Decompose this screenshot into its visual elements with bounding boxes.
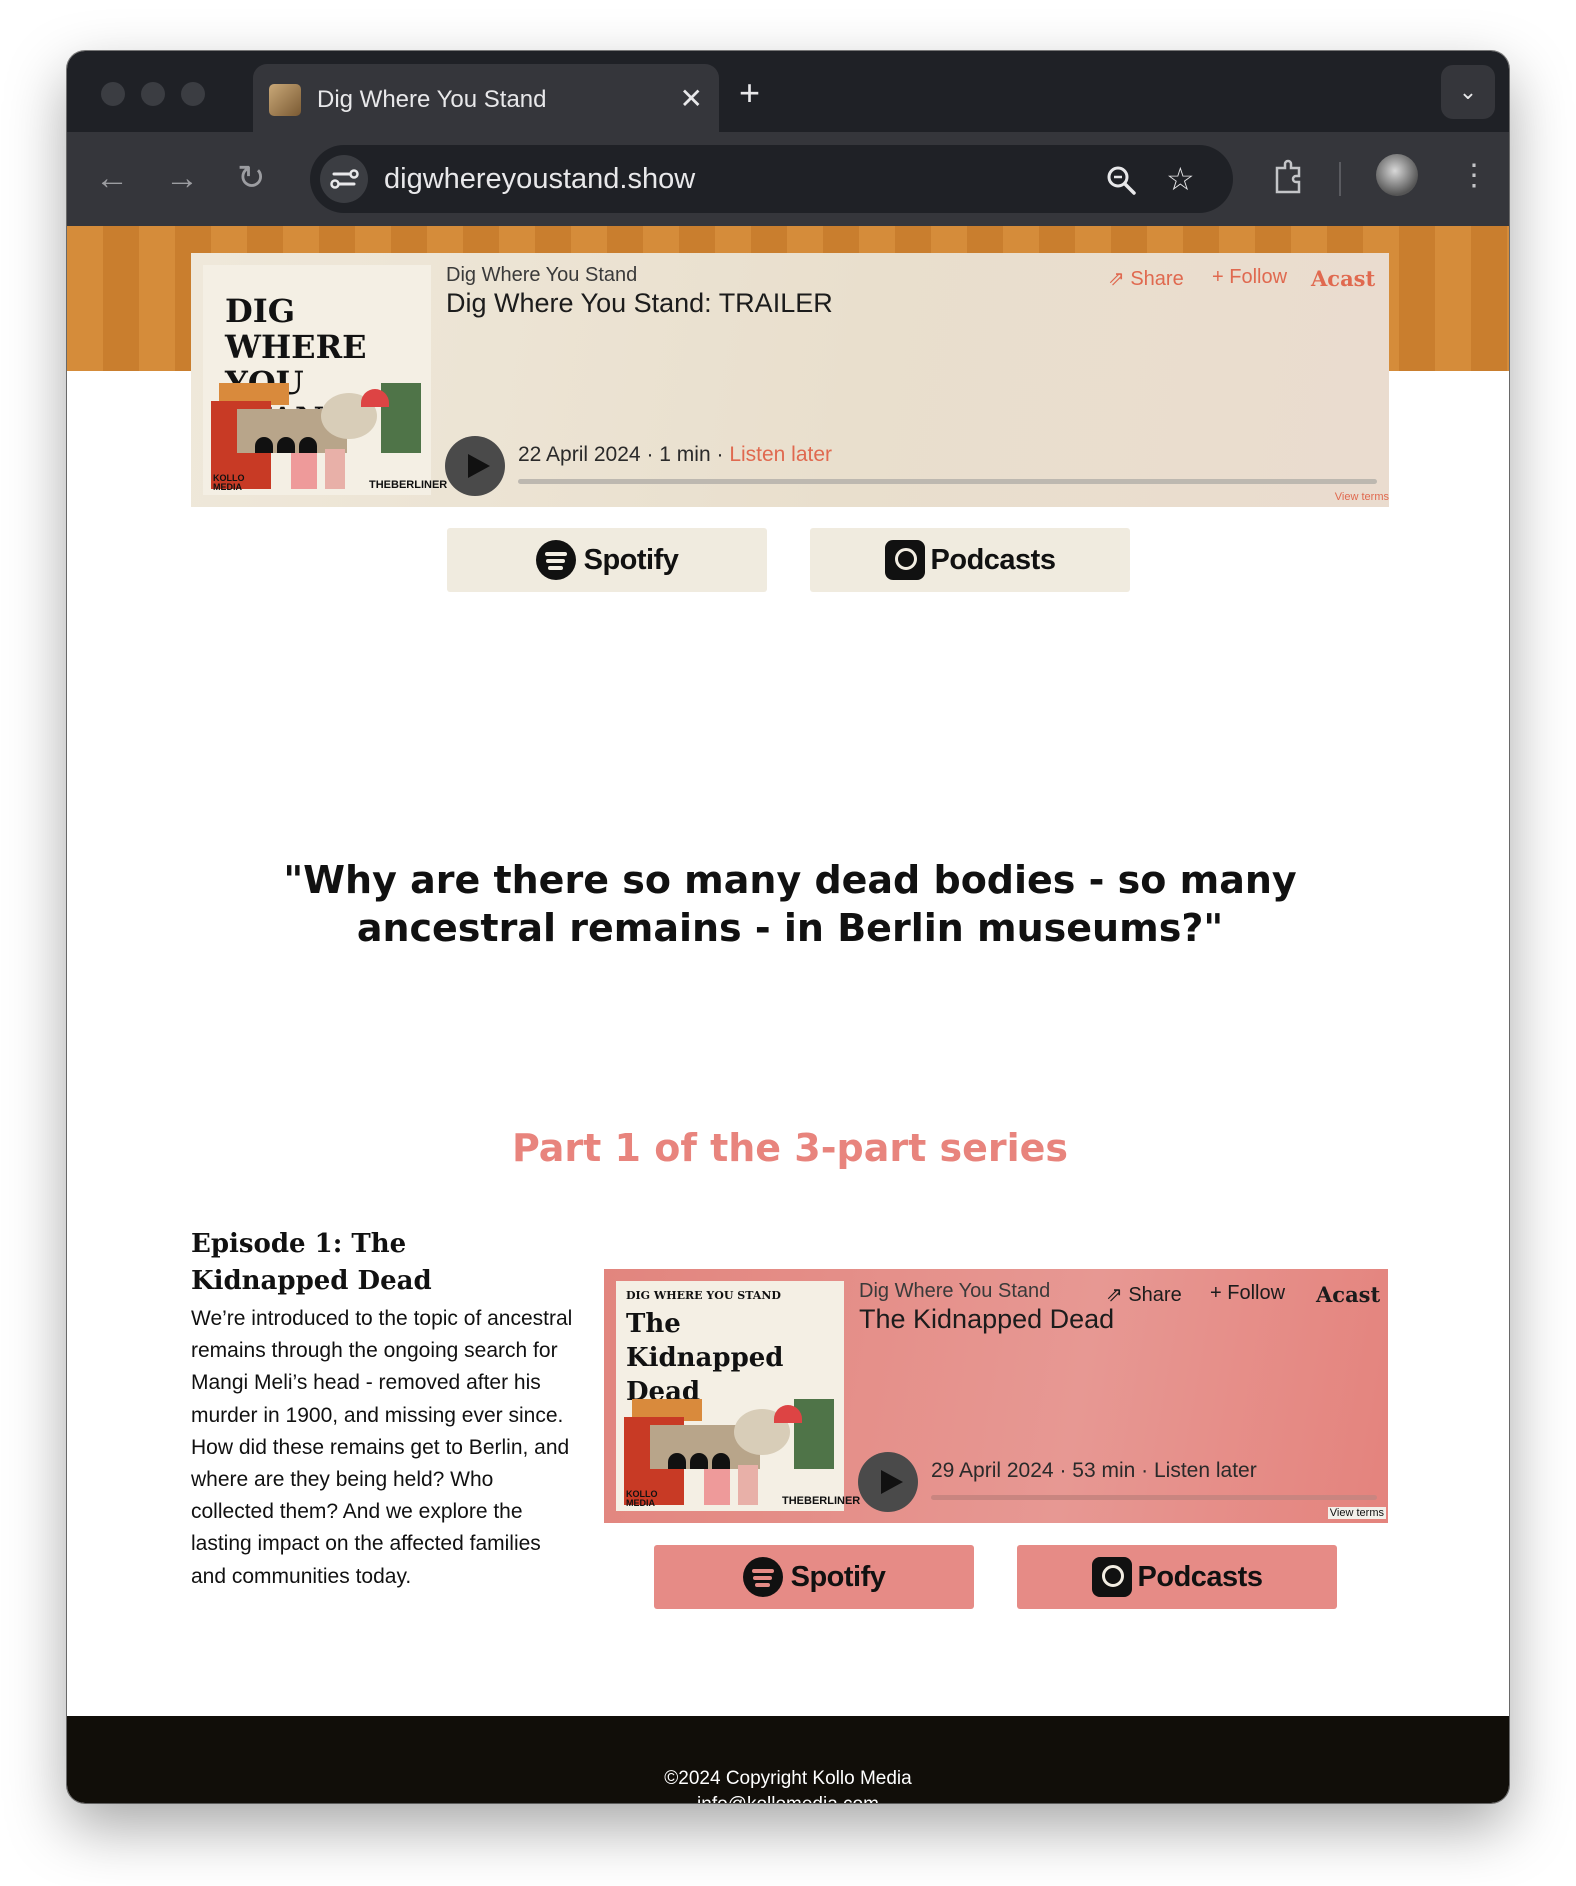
quote-heading: "Why are there so many dead bodies - so … bbox=[283, 858, 1297, 950]
follow-button[interactable]: + Follow bbox=[1210, 1282, 1285, 1305]
browser-toolbar: ← → ↻ digwhereyoustand.show ☆ ⋮ bbox=[67, 132, 1509, 226]
spotify-label: Spotify bbox=[583, 543, 679, 576]
share-button[interactable]: ⇗ Share bbox=[1106, 1282, 1182, 1307]
cover-brand-kollo: KOLLO MEDIA bbox=[626, 1489, 658, 1508]
episode-player: DIG WHERE YOU STAND The Kidnapped Dead K… bbox=[604, 1269, 1388, 1523]
share-label: Share bbox=[1128, 1284, 1182, 1306]
share-button[interactable]: ⇗ Share bbox=[1108, 266, 1184, 291]
cover-title: The Kidnapped Dead bbox=[626, 1309, 784, 1407]
episode-title[interactable]: The Kidnapped Dead bbox=[859, 1304, 1114, 1335]
podcasts-label: Podcasts bbox=[930, 543, 1056, 576]
episode-description: We’re introduced to the topic of ancestr… bbox=[191, 1307, 573, 1588]
cover-brand-berliner: THEBERLINER bbox=[782, 1495, 861, 1507]
tab-active[interactable]: Dig Where You Stand ✕ bbox=[253, 64, 719, 132]
play-icon bbox=[881, 1470, 903, 1494]
podcasts-label: Podcasts bbox=[1137, 1560, 1263, 1593]
plus-icon: + bbox=[1212, 266, 1224, 288]
back-icon[interactable]: ← bbox=[95, 156, 129, 200]
series-heading: Part 1 of the 3-part series bbox=[511, 1126, 1069, 1170]
page-content: DIG WHERE YOU STAND KOLLO MEDIA THEBERLI… bbox=[67, 226, 1509, 1803]
play-icon bbox=[468, 454, 490, 478]
view-terms-link[interactable]: View terms bbox=[1335, 491, 1389, 503]
zoom-icon[interactable] bbox=[1105, 157, 1137, 212]
spotify-label: Spotify bbox=[790, 1560, 886, 1593]
tab-search-icon[interactable]: ⌄ bbox=[1441, 65, 1495, 119]
close-icon[interactable]: ✕ bbox=[680, 82, 703, 116]
episode-duration: 1 min bbox=[659, 443, 711, 466]
address-bar[interactable]: digwhereyoustand.show ☆ bbox=[310, 145, 1233, 213]
show-name[interactable]: Dig Where You Stand bbox=[859, 1280, 1050, 1303]
window-minimize-button[interactable] bbox=[141, 82, 165, 106]
toolbar-divider bbox=[1339, 162, 1341, 196]
listen-later-link[interactable]: Listen later bbox=[1154, 1459, 1257, 1482]
episode-heading: Episode 1: The Kidnapped Dead bbox=[191, 1229, 432, 1296]
tab-favicon-icon bbox=[269, 84, 301, 116]
window-close-button[interactable] bbox=[101, 82, 125, 106]
follow-label: Follow bbox=[1227, 1282, 1286, 1304]
episode-date: 29 April 2024 bbox=[931, 1459, 1054, 1482]
forward-icon[interactable]: → bbox=[165, 156, 199, 200]
episode-meta: 22 April 2024 · 1 min · Listen later bbox=[518, 443, 833, 466]
apple-podcasts-button[interactable]: Podcasts bbox=[1017, 1545, 1337, 1609]
acast-logo[interactable]: Acast bbox=[1316, 1282, 1380, 1307]
cover-brand-berliner: THEBERLINER bbox=[369, 479, 448, 491]
episode-title[interactable]: Dig Where You Stand: TRAILER bbox=[446, 288, 833, 319]
browser-window: Dig Where You Stand ✕ + ⌄ ← → ↻ digwhere… bbox=[67, 51, 1509, 1803]
podcasts-icon bbox=[884, 540, 925, 580]
footer: ©2024 Copyright Kollo Media info@kollome… bbox=[67, 1716, 1509, 1803]
episode-duration: 53 min bbox=[1072, 1459, 1136, 1482]
share-icon: ⇗ bbox=[1108, 268, 1125, 290]
cover-subtitle: DIG WHERE YOU STAND bbox=[626, 1289, 781, 1302]
window-maximize-button[interactable] bbox=[181, 82, 205, 106]
new-tab-button[interactable]: + bbox=[739, 73, 760, 113]
tab-title: Dig Where You Stand bbox=[317, 86, 547, 113]
share-icon: ⇗ bbox=[1106, 1284, 1123, 1306]
listen-later-link[interactable]: Listen later bbox=[729, 443, 832, 466]
progress-bar[interactable] bbox=[931, 1495, 1377, 1500]
more-menu-icon[interactable]: ⋮ bbox=[1459, 156, 1489, 196]
episode-meta: 29 April 2024 · 53 min · Listen later bbox=[931, 1459, 1257, 1482]
url-text[interactable]: digwhereyoustand.show bbox=[384, 161, 695, 197]
share-label: Share bbox=[1130, 268, 1184, 290]
acast-logo[interactable]: Acast bbox=[1311, 266, 1375, 291]
spotify-icon bbox=[535, 540, 576, 580]
plus-icon: + bbox=[1210, 1282, 1222, 1304]
footer-email[interactable]: info@kollomedia.com bbox=[67, 1792, 1509, 1803]
extensions-icon[interactable] bbox=[1271, 158, 1305, 207]
podcasts-icon bbox=[1091, 1557, 1132, 1597]
site-info-icon[interactable] bbox=[320, 155, 368, 203]
spotify-icon bbox=[742, 1557, 783, 1597]
profile-avatar[interactable] bbox=[1376, 154, 1418, 196]
footer-copyright: ©2024 Copyright Kollo Media bbox=[664, 1768, 912, 1789]
play-button[interactable] bbox=[445, 436, 505, 496]
tab-strip: Dig Where You Stand ✕ + ⌄ bbox=[67, 51, 1509, 132]
view-terms-link[interactable]: View terms bbox=[1327, 1507, 1386, 1519]
cover-brand-kollo: KOLLO MEDIA bbox=[213, 473, 245, 492]
trailer-cover-art: DIG WHERE YOU STAND KOLLO MEDIA THEBERLI… bbox=[203, 265, 447, 495]
follow-button[interactable]: + Follow bbox=[1212, 266, 1287, 289]
play-button[interactable] bbox=[858, 1452, 918, 1512]
trailer-player: DIG WHERE YOU STAND KOLLO MEDIA THEBERLI… bbox=[191, 253, 1389, 507]
progress-bar[interactable] bbox=[518, 479, 1377, 484]
episode-date: 22 April 2024 bbox=[518, 443, 641, 466]
spotify-button[interactable]: Spotify bbox=[447, 528, 767, 592]
spotify-button[interactable]: Spotify bbox=[654, 1545, 974, 1609]
episode-cover-art: DIG WHERE YOU STAND The Kidnapped Dead K… bbox=[616, 1281, 860, 1511]
apple-podcasts-button[interactable]: Podcasts bbox=[810, 528, 1130, 592]
bookmark-star-icon[interactable]: ☆ bbox=[1166, 157, 1195, 201]
reload-icon[interactable]: ↻ bbox=[237, 156, 266, 200]
follow-label: Follow bbox=[1229, 266, 1288, 288]
show-name[interactable]: Dig Where You Stand bbox=[446, 264, 637, 287]
